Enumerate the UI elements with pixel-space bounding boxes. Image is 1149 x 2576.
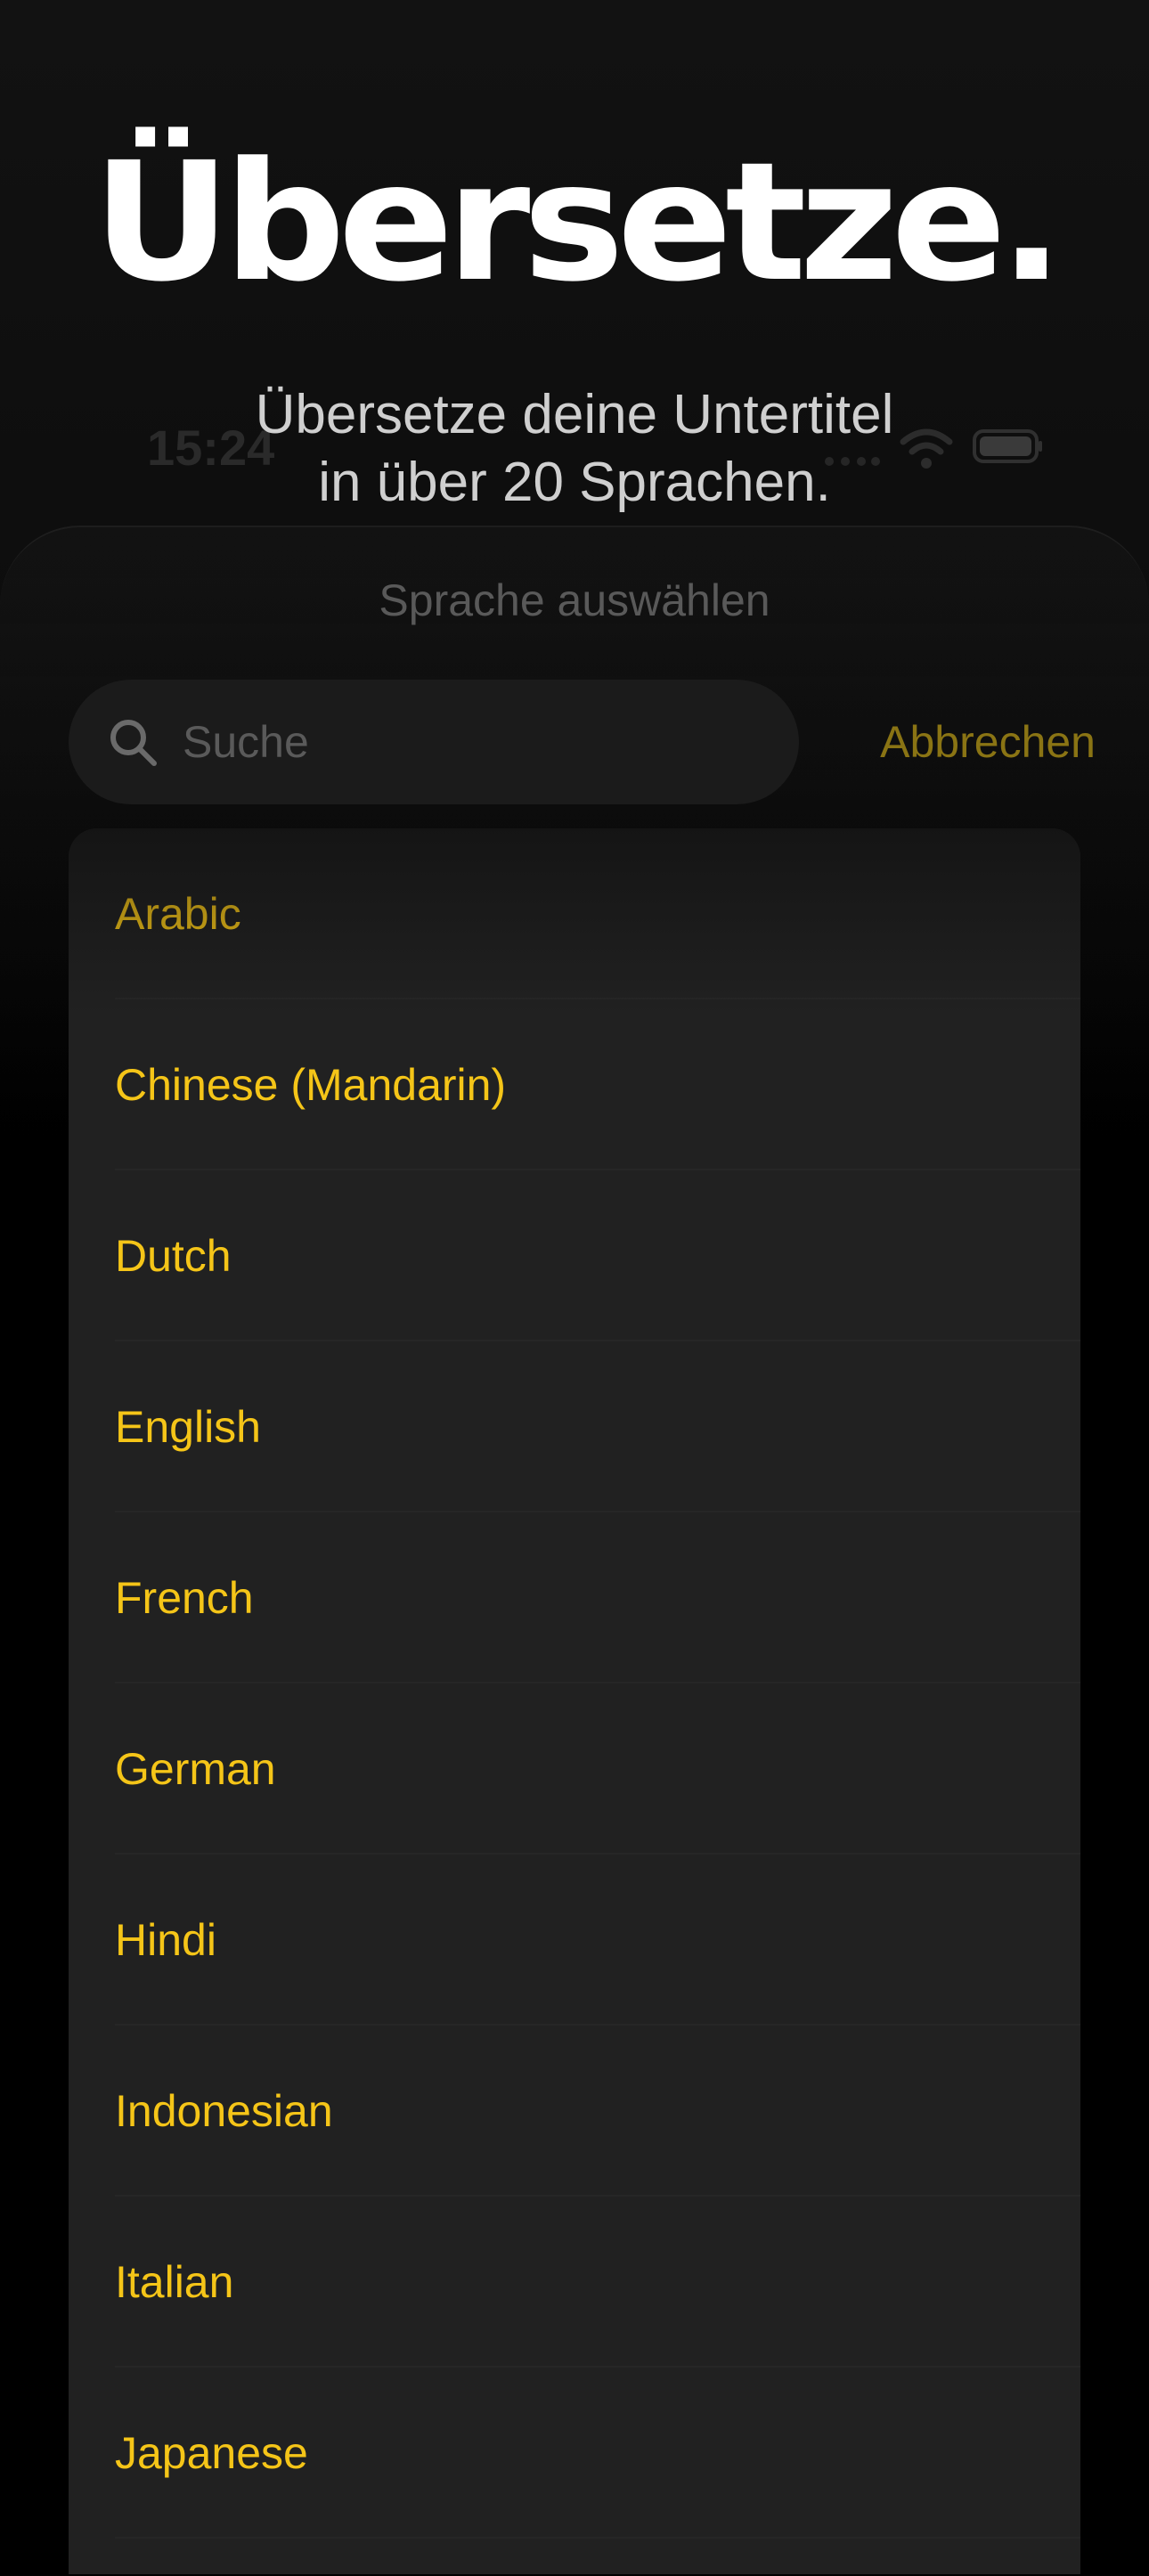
list-item-label: Arabic <box>115 889 241 939</box>
list-item-label: German <box>115 1744 276 1794</box>
list-item-chinese-mandarin[interactable]: Chinese (Mandarin) <box>69 999 1080 1170</box>
list-item-label: Dutch <box>115 1231 232 1281</box>
list-item-label: Hindi <box>115 1915 216 1965</box>
hero-subline: Übersetze deine Untertitel in über 20 Sp… <box>0 381 1149 517</box>
row-divider <box>115 2537 1080 2539</box>
list-item-arabic[interactable]: Arabic <box>69 828 1080 999</box>
list-item-german[interactable]: German <box>69 1683 1080 1855</box>
list-item-french[interactable]: French <box>69 1512 1080 1683</box>
language-list[interactable]: Arabic Chinese (Mandarin) Dutch English … <box>69 828 1080 2574</box>
list-item-label: French <box>115 1573 254 1623</box>
list-item-japanese[interactable]: Japanese <box>69 2368 1080 2539</box>
list-item-indonesian[interactable]: Indonesian <box>69 2026 1080 2197</box>
sheet-title: Sprache auswählen <box>379 575 770 625</box>
search-input[interactable] <box>183 697 770 787</box>
hero-subline-line-1: Übersetze deine Untertitel <box>255 384 894 445</box>
list-item-label: English <box>115 1402 261 1452</box>
hero-headline: Übersetze. <box>92 127 1064 318</box>
list-item-label: Japanese <box>115 2428 308 2478</box>
search-icon <box>110 720 157 766</box>
list-item-label: Italian <box>115 2257 234 2307</box>
list-item-hindi[interactable]: Hindi <box>69 1855 1080 2026</box>
hero-subline-line-2: in über 20 Sprachen. <box>318 452 831 513</box>
list-item-italian[interactable]: Italian <box>69 2197 1080 2368</box>
list-item-dutch[interactable]: Dutch <box>69 1170 1080 1341</box>
list-item-english[interactable]: English <box>69 1341 1080 1512</box>
search-box[interactable] <box>69 680 799 804</box>
list-item-label: Chinese (Mandarin) <box>115 1060 507 1110</box>
cancel-button[interactable]: Abbrechen <box>828 704 1096 780</box>
list-item-label: Indonesian <box>115 2086 333 2136</box>
